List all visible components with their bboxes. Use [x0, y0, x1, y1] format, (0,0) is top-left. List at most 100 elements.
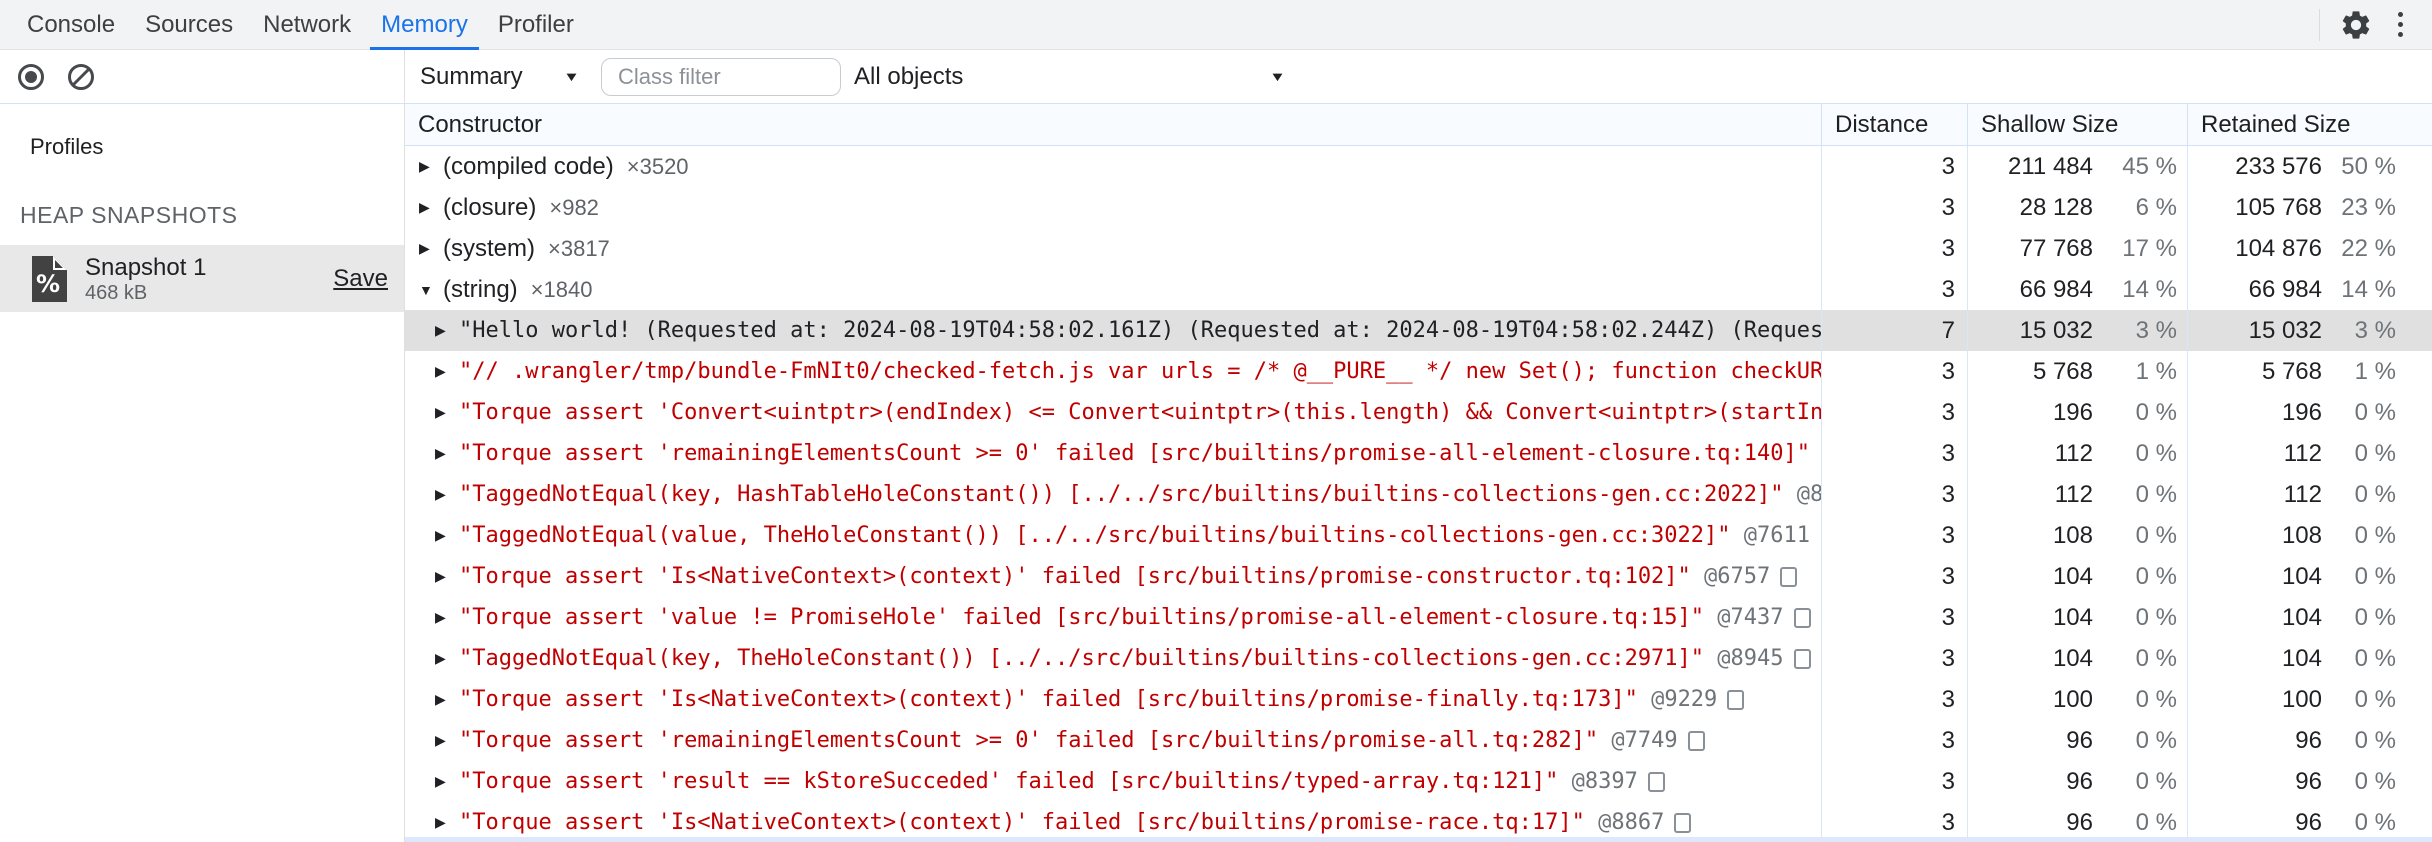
shallow-size-percent: 0 % [2135, 603, 2177, 631]
reveal-object-icon[interactable] [1793, 607, 1811, 628]
expand-arrow-icon[interactable]: ▶ [435, 650, 459, 667]
table-row[interactable]: ▶ (closure) ×982 3 28 128 6 % 105 768 23 % [405, 187, 2432, 228]
expand-arrow-icon[interactable]: ▶ [435, 445, 459, 462]
class-filter-input[interactable] [601, 57, 841, 96]
column-header-constructor[interactable]: Constructor [405, 104, 1821, 145]
object-id: @7611 [1730, 523, 1811, 548]
retained-size-cell: 96 0 % [2187, 720, 2432, 761]
column-header-shallow-size[interactable]: Shallow Size [1967, 104, 2187, 145]
retained-size-percent: 0 % [2354, 521, 2396, 549]
table-row[interactable]: ▶ "Torque assert 'Is<NativeContext>(conte… [405, 679, 2432, 720]
retained-size-percent: 0 % [2354, 726, 2396, 754]
object-id: @8867 [1584, 810, 1665, 835]
constructor-cell: ▶ "Torque assert 'Is<NativeContext>(conte… [405, 802, 1821, 842]
kebab-menu-icon[interactable] [2378, 3, 2422, 47]
column-header-distance[interactable]: Distance [1821, 104, 1967, 145]
expand-arrow-icon[interactable]: ▶ [419, 158, 443, 175]
distance-cell: 3 [1821, 392, 1967, 433]
tabbar-right-controls [2319, 0, 2432, 49]
table-row[interactable]: ▶ "Torque assert 'remainingElementsCount … [405, 433, 2432, 474]
table-row[interactable]: ▶ "Torque assert 'Convert<uintptr>(endInd… [405, 392, 2432, 433]
reveal-object-icon[interactable] [1780, 566, 1798, 587]
expand-arrow-icon[interactable]: ▶ [419, 240, 443, 257]
retained-size-cell: 96 0 % [2187, 802, 2432, 842]
table-row[interactable]: ▶ "TaggedNotEqual(key, HashTableHoleConst… [405, 474, 2432, 515]
objects-scope-select[interactable]: All objects ▼ [854, 57, 1292, 97]
string-value: "Torque assert 'value != PromiseHole' fa… [459, 605, 1705, 630]
expand-arrow-icon[interactable]: ▶ [435, 814, 459, 831]
table-row[interactable]: ▶ "TaggedNotEqual(key, TheHoleConstant())… [405, 638, 2432, 679]
shallow-size-cell: 77 768 17 % [1967, 228, 2187, 269]
retained-size-cell: 15 032 3 % [2187, 310, 2432, 351]
column-header-retained-size[interactable]: Retained Size [2187, 104, 2432, 145]
shallow-size-percent: 3 % [2135, 316, 2177, 344]
shallow-size-percent: 0 % [2135, 398, 2177, 426]
tab-memory[interactable]: Memory [366, 0, 483, 50]
perspective-select-value: Summary [420, 62, 523, 90]
instance-count: ×3520 [626, 153, 689, 179]
retained-size-percent: 0 % [2354, 685, 2396, 713]
settings-gear-icon[interactable] [2334, 3, 2378, 47]
expand-arrow-icon[interactable]: ▶ [435, 363, 459, 380]
constructor-cell: ▶ "TaggedNotEqual(key, HashTableHoleConst… [405, 474, 1821, 515]
chevron-down-icon: ▼ [563, 69, 580, 84]
perspective-select[interactable]: Summary ▼ [420, 57, 580, 97]
distance-cell: 3 [1821, 679, 1967, 720]
table-row[interactable]: ▶ "Torque assert 'Is<NativeContext>(conte… [405, 802, 2432, 842]
clear-profiles-icon[interactable] [66, 62, 96, 92]
table-row[interactable]: ▶ (system) ×3817 3 77 768 17 % 104 876 22 % [405, 228, 2432, 269]
tab-network[interactable]: Network [248, 0, 366, 49]
tab-sources[interactable]: Sources [130, 0, 248, 49]
table-row[interactable]: ▶ "Hello world! (Requested at: 2024-08-19… [405, 310, 2432, 351]
save-snapshot-link[interactable]: Save [333, 265, 388, 293]
tab-console[interactable]: Console [12, 0, 130, 49]
distance-cell: 3 [1821, 269, 1967, 310]
record-heap-snapshot-icon[interactable] [16, 62, 46, 92]
reveal-object-icon[interactable] [1647, 771, 1665, 792]
table-row[interactable]: ▶ "Torque assert 'Is<NativeContext>(conte… [405, 556, 2432, 597]
table-row[interactable]: ▶ "// .wrangler/tmp/bundle-FmNIt0/checked… [405, 351, 2432, 392]
shallow-size-value: 104 [2052, 644, 2093, 672]
constructor-cell: ▶ "Torque assert 'Convert<uintptr>(endInd… [405, 392, 1821, 433]
shallow-size-value: 112 [2054, 439, 2093, 467]
retained-size-percent: 0 % [2354, 562, 2396, 590]
expand-arrow-icon[interactable]: ▶ [435, 568, 459, 585]
constructor-cell: ▶ "Torque assert 'result == kStoreSuccede… [405, 761, 1821, 802]
expand-arrow-icon[interactable]: ▶ [435, 486, 459, 503]
table-row[interactable]: ▼ (string) ×1840 3 66 984 14 % 66 984 14 % [405, 269, 2432, 310]
table-row[interactable]: ▶ "Torque assert 'remainingElementsCount … [405, 720, 2432, 761]
expand-arrow-icon[interactable]: ▶ [419, 199, 443, 216]
shallow-size-value: 104 [2052, 603, 2093, 631]
retained-size-cell: 96 0 % [2187, 761, 2432, 802]
table-row[interactable]: ▶ "TaggedNotEqual(value, TheHoleConstant(… [405, 515, 2432, 556]
collapse-arrow-icon[interactable]: ▼ [419, 282, 443, 298]
table-row[interactable]: ▶ "Torque assert 'result == kStoreSuccede… [405, 761, 2432, 802]
object-id: @7749 [1598, 728, 1678, 753]
string-value: "Torque assert 'result == kStoreSucceded… [459, 769, 1559, 794]
expand-arrow-icon[interactable]: ▶ [435, 691, 459, 708]
retained-size-cell: 112 0 % [2187, 433, 2432, 474]
expand-arrow-icon[interactable]: ▶ [435, 732, 459, 749]
shallow-size-cell: 112 0 % [1967, 474, 2187, 515]
reveal-object-icon[interactable] [1793, 648, 1811, 669]
reveal-object-icon[interactable] [1674, 812, 1692, 833]
expand-arrow-icon[interactable]: ▶ [435, 773, 459, 790]
expand-arrow-icon[interactable]: ▶ [435, 609, 459, 626]
reveal-object-icon[interactable] [1687, 730, 1705, 751]
shallow-size-percent: 0 % [2135, 521, 2177, 549]
retained-size-cell: 196 0 % [2187, 392, 2432, 433]
reveal-object-icon[interactable] [1727, 689, 1745, 710]
shallow-size-value: 96 [2066, 726, 2093, 754]
expand-arrow-icon[interactable]: ▶ [435, 404, 459, 421]
table-row[interactable]: ▶ "Torque assert 'value != PromiseHole' f… [405, 597, 2432, 638]
expand-arrow-icon[interactable]: ▶ [435, 527, 459, 544]
sidebar-item-snapshot-1[interactable]: % Snapshot 1 468 kB Save [0, 245, 404, 312]
constructor-cell: ▶ "Torque assert 'remainingElementsCount … [405, 433, 1821, 474]
table-row[interactable]: ▶ (compiled code) ×3520 3 211 484 45 % 233 576… [405, 146, 2432, 187]
object-id: @8 [1783, 482, 1821, 507]
tab-profiler[interactable]: Profiler [483, 0, 589, 49]
shallow-size-percent: 0 % [2135, 439, 2177, 467]
shallow-size-percent: 45 % [2122, 152, 2177, 180]
expand-arrow-icon[interactable]: ▶ [435, 322, 459, 339]
grid-body: ▶ (compiled code) ×3520 3 211 484 45 % 233 576… [405, 146, 2432, 842]
